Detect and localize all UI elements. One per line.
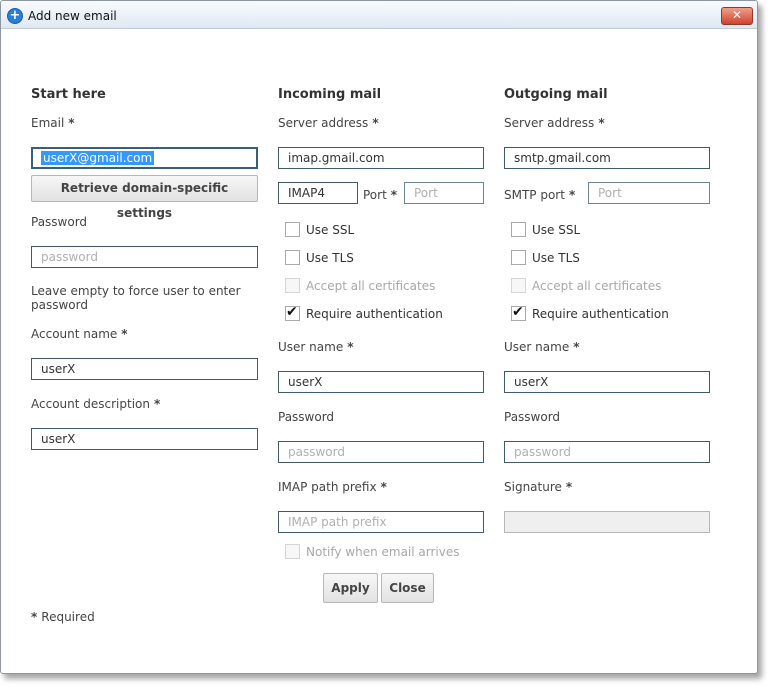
incoming-ssl-label: Use SSL bbox=[306, 223, 355, 237]
outgoing-accept-certs-label: Accept all certificates bbox=[532, 279, 662, 293]
incoming-port-label: Port * bbox=[363, 188, 398, 202]
incoming-username-input[interactable]: userX bbox=[278, 371, 484, 393]
start-heading: Start here bbox=[31, 87, 106, 102]
incoming-username-label: User name * bbox=[278, 340, 354, 354]
account-name-label: Account name * bbox=[31, 327, 128, 341]
add-email-dialog: + Add new email ✕ Start here Email * user… bbox=[0, 0, 758, 674]
incoming-accept-certs-checkbox[interactable] bbox=[285, 278, 300, 293]
incoming-protocol-select[interactable]: IMAP4 bbox=[278, 182, 358, 204]
outgoing-password-input[interactable]: password bbox=[504, 441, 710, 463]
incoming-require-auth-checkbox[interactable] bbox=[285, 304, 300, 321]
smtp-port-label: SMTP port * bbox=[504, 188, 576, 202]
outgoing-accept-certs-checkbox[interactable] bbox=[511, 278, 526, 293]
incoming-password-input[interactable]: password bbox=[278, 441, 484, 463]
notify-label: Notify when email arrives bbox=[306, 545, 460, 559]
incoming-password-label: Password bbox=[278, 410, 335, 424]
outgoing-heading: Outgoing mail bbox=[504, 87, 608, 102]
account-description-label: Account description * bbox=[31, 397, 161, 411]
account-description-input[interactable]: userX bbox=[31, 428, 258, 450]
account-name-input[interactable]: userX bbox=[31, 358, 258, 380]
add-circle-icon: + bbox=[7, 8, 23, 24]
incoming-server-input[interactable]: imap.gmail.com bbox=[278, 147, 484, 169]
dialog-title: Add new email bbox=[28, 9, 117, 23]
signature-label: Signature * bbox=[504, 480, 573, 494]
incoming-require-auth-label: Require authentication bbox=[306, 307, 443, 321]
signature-input[interactable] bbox=[504, 511, 710, 533]
outgoing-server-input[interactable]: smtp.gmail.com bbox=[504, 147, 710, 169]
outgoing-tls-label: Use TLS bbox=[532, 251, 580, 265]
outgoing-ssl-label: Use SSL bbox=[532, 223, 581, 237]
imap-prefix-input[interactable]: IMAP path prefix bbox=[278, 511, 484, 533]
incoming-tls-checkbox[interactable] bbox=[285, 250, 300, 265]
imap-prefix-label: IMAP path prefix * bbox=[278, 480, 387, 494]
outgoing-password-label: Password bbox=[504, 410, 561, 424]
close-button[interactable]: Close bbox=[381, 573, 434, 603]
notify-checkbox[interactable] bbox=[285, 544, 300, 559]
outgoing-require-auth-checkbox[interactable] bbox=[511, 304, 526, 321]
required-mark: * bbox=[68, 116, 75, 130]
incoming-port-input[interactable]: Port bbox=[404, 182, 484, 204]
start-password-input[interactable]: password bbox=[31, 246, 258, 268]
incoming-server-label: Server address * bbox=[278, 116, 379, 130]
outgoing-tls-checkbox[interactable] bbox=[511, 250, 526, 265]
retrieve-settings-button[interactable]: Retrieve domain-specific settings bbox=[31, 175, 258, 220]
incoming-heading: Incoming mail bbox=[278, 87, 382, 102]
apply-button[interactable]: Apply bbox=[323, 573, 378, 603]
outgoing-server-label: Server address * bbox=[504, 116, 605, 130]
smtp-port-input[interactable]: Port bbox=[588, 182, 710, 204]
password-label: Password bbox=[31, 215, 88, 229]
window-close-button[interactable]: ✕ bbox=[721, 7, 753, 25]
outgoing-username-input[interactable]: userX bbox=[504, 371, 710, 393]
outgoing-username-label: User name * bbox=[504, 340, 580, 354]
email-input[interactable]: userX@gmail.com bbox=[31, 147, 258, 169]
outgoing-ssl-checkbox[interactable] bbox=[511, 222, 526, 237]
incoming-ssl-checkbox[interactable] bbox=[285, 222, 300, 237]
incoming-accept-certs-label: Accept all certificates bbox=[306, 279, 436, 293]
email-label: Email * bbox=[31, 116, 75, 130]
outgoing-require-auth-label: Require authentication bbox=[532, 307, 669, 321]
incoming-tls-label: Use TLS bbox=[306, 251, 354, 265]
required-legend: * Required bbox=[31, 610, 95, 624]
title-bar: + Add new email ✕ bbox=[1, 1, 757, 29]
password-hint: Leave empty to force user to enter passw… bbox=[31, 284, 241, 312]
email-value: userX@gmail.com bbox=[41, 151, 155, 165]
